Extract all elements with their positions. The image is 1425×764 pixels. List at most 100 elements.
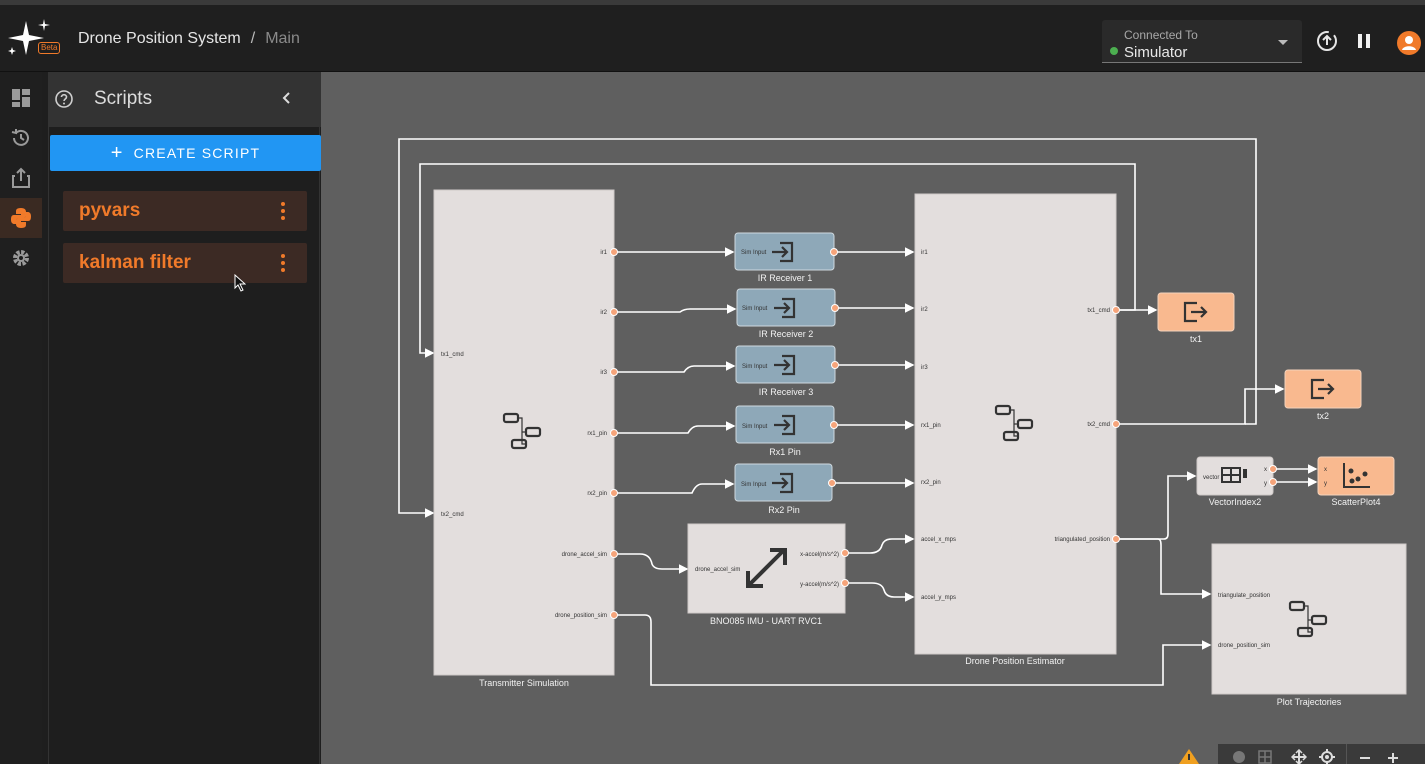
- node-drone-position-estimator[interactable]: ir1 ir2 ir3 rx1_pin rx2_pin accel_x_mps …: [914, 193, 1117, 666]
- canvas-toolbar: [1218, 744, 1425, 764]
- node-label: BNO085 IMU - UART RVC1: [710, 616, 822, 626]
- collapse-panel-icon[interactable]: [279, 90, 295, 111]
- scripts-panel-header: Scripts: [49, 72, 321, 127]
- script-item[interactable]: pyvars: [63, 191, 307, 231]
- node-label: VectorIndex2: [1209, 497, 1262, 507]
- port-label: tx1_cmd: [441, 352, 464, 358]
- zoom-in-icon[interactable]: [1386, 749, 1400, 764]
- port-label: rx2_pin: [921, 480, 941, 486]
- node-tx1[interactable]: tx1: [1157, 292, 1235, 344]
- move-icon[interactable]: [1290, 748, 1308, 764]
- node-tx2[interactable]: tx2: [1284, 369, 1362, 421]
- grid-icon[interactable]: [1258, 750, 1272, 764]
- port-label: Sim Input: [742, 306, 768, 312]
- node-label: Plot Trajectories: [1277, 697, 1342, 707]
- port-label: tx2_cmd: [1087, 422, 1110, 428]
- node-label: tx1: [1190, 334, 1202, 344]
- node-plot-trajectories[interactable]: triangulate_position drone_position_sim …: [1211, 543, 1407, 707]
- connection-select[interactable]: Connected To Simulator: [1102, 20, 1302, 63]
- deploy-icon[interactable]: [1316, 30, 1338, 52]
- history-icon[interactable]: [0, 118, 42, 158]
- create-script-button[interactable]: + CREATE SCRIPT: [50, 135, 321, 171]
- port-label: ir1: [600, 250, 607, 256]
- breadcrumb-separator: /: [250, 30, 256, 47]
- zoom-out-icon[interactable]: [1358, 749, 1372, 764]
- python-icon[interactable]: [0, 198, 42, 238]
- node-ir-receiver-2[interactable]: Sim Input IR Receiver 2: [736, 288, 836, 339]
- node-label: IR Receiver 2: [759, 329, 814, 339]
- port-label: x-accel(m/s^2): [800, 552, 839, 558]
- port-label: triangulated_position: [1055, 537, 1110, 543]
- create-script-label: CREATE SCRIPT: [133, 145, 261, 161]
- mouse-cursor-icon: [234, 273, 247, 297]
- node-ir-receiver-3[interactable]: Sim Input IR Receiver 3: [735, 345, 836, 397]
- graph-canvas[interactable]: tx1_cmd tx2_cmd ir1 ir2 ir3 rx1_pin rx2_…: [321, 72, 1425, 764]
- node-label: tx2: [1317, 411, 1329, 421]
- port-label: vector: [1203, 475, 1219, 481]
- gear-icon[interactable]: [0, 238, 42, 278]
- help-icon[interactable]: [54, 89, 74, 114]
- node-label: Rx1 Pin: [769, 447, 801, 457]
- port-label: ir2: [600, 310, 607, 316]
- node-rx2-pin[interactable]: Sim Input Rx2 Pin: [734, 463, 833, 515]
- app-logo[interactable]: Beta: [4, 19, 61, 59]
- node-ir-receiver-1[interactable]: Sim Input IR Receiver 1: [734, 232, 835, 283]
- port-label: accel_x_mps: [921, 537, 956, 543]
- port-label: drone_accel_sim: [695, 567, 740, 573]
- scripts-panel: Scripts + CREATE SCRIPT pyvars kalman fi…: [48, 72, 321, 764]
- port-label: ir2: [921, 307, 928, 313]
- node-label: Transmitter Simulation: [479, 678, 569, 688]
- locate-icon[interactable]: [1319, 749, 1335, 764]
- user-avatar-icon[interactable]: [1397, 31, 1421, 55]
- script-item[interactable]: kalman filter: [63, 243, 307, 283]
- port-label: rx1_pin: [921, 423, 941, 429]
- export-icon[interactable]: [0, 158, 42, 198]
- node-label: IR Receiver 1: [758, 273, 813, 283]
- connection-value: Simulator: [1124, 44, 1188, 61]
- script-name: kalman filter: [79, 252, 191, 273]
- port-label: drone_position_sim: [1218, 643, 1270, 649]
- port-label: rx1_pin: [587, 431, 607, 437]
- breadcrumb: Drone Position System / Main: [78, 30, 300, 48]
- connection-status-dot: [1110, 47, 1118, 55]
- more-vert-icon[interactable]: [281, 202, 285, 223]
- port-label: rx2_pin: [587, 491, 607, 497]
- node-label: IR Receiver 3: [759, 387, 814, 397]
- node-label: ScatterPlot4: [1331, 497, 1380, 507]
- port-label: ir1: [921, 250, 928, 256]
- node-rx1-pin[interactable]: Sim Input Rx1 Pin: [735, 405, 835, 457]
- connection-label: Connected To: [1124, 28, 1198, 42]
- port-label: triangulate_position: [1218, 593, 1270, 599]
- breadcrumb-project[interactable]: Drone Position System: [78, 30, 241, 47]
- nav-rail: [0, 72, 42, 764]
- panel-title: Scripts: [94, 88, 153, 109]
- node-label: Drone Position Estimator: [965, 656, 1065, 666]
- breadcrumb-page: Main: [265, 30, 300, 47]
- dashboard-icon[interactable]: [0, 78, 42, 118]
- node-bno085-imu[interactable]: drone_accel_sim x-accel(m/s^2) y-accel(m…: [687, 523, 846, 626]
- port-label: tx1_cmd: [1087, 308, 1110, 314]
- port-label: y-accel(m/s^2): [800, 582, 839, 588]
- plus-icon: +: [110, 142, 124, 164]
- node-scatterplot4[interactable]: x y ScatterPlot4: [1317, 456, 1395, 507]
- toolbar-divider: [1346, 744, 1347, 764]
- node-vectorindex2[interactable]: vector x y VectorIndex2: [1196, 456, 1274, 507]
- info-icon[interactable]: [1232, 750, 1246, 764]
- pause-icon[interactable]: [1353, 30, 1375, 52]
- node-transmitter-simulation[interactable]: tx1_cmd tx2_cmd ir1 ir2 ir3 rx1_pin rx2_…: [433, 189, 615, 688]
- more-vert-icon[interactable]: [281, 254, 285, 275]
- port-label: Sim Input: [742, 424, 768, 430]
- beta-badge: Beta: [38, 42, 61, 54]
- port-label: Sim Input: [741, 250, 767, 256]
- warning-icon[interactable]: [1179, 749, 1199, 764]
- port-label: Sim Input: [742, 364, 768, 370]
- port-label: y: [1324, 481, 1327, 487]
- app-header: Beta Drone Position System / Main Connecte…: [0, 0, 1425, 72]
- port-label: drone_position_sim: [555, 613, 607, 619]
- port-label: Sim Input: [741, 482, 767, 488]
- chevron-down-icon: [1278, 40, 1288, 45]
- port-label: accel_y_mps: [921, 595, 956, 601]
- port-label: tx2_cmd: [441, 512, 464, 518]
- port-label: x: [1264, 467, 1267, 473]
- port-label: drone_accel_sim: [562, 552, 607, 558]
